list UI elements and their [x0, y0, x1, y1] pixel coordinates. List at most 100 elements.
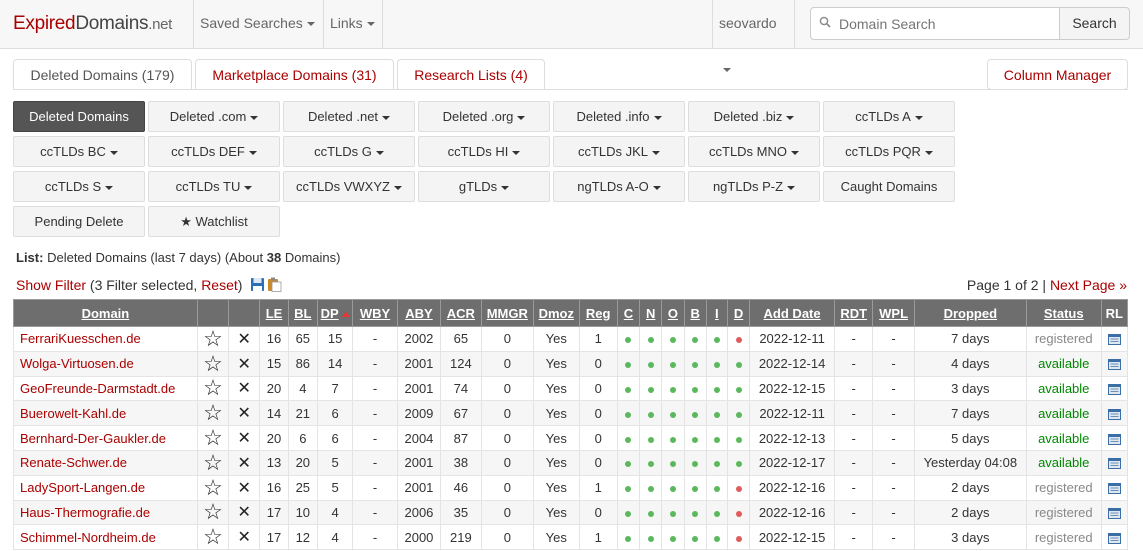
register-link-icon[interactable] — [1107, 358, 1121, 371]
star-icon[interactable]: ☆ — [203, 326, 223, 351]
column-header[interactable]: ACR — [440, 299, 482, 327]
reset-filter-link[interactable]: Reset — [201, 277, 238, 293]
site-logo[interactable]: ExpiredDomains.net — [13, 13, 172, 35]
filter-button[interactable]: ccTLDs PQR — [823, 136, 955, 167]
domain-link[interactable]: GeoFreunde-Darmstadt.de — [20, 381, 175, 396]
next-page-link[interactable]: Next Page » — [1050, 277, 1127, 293]
filter-button[interactable]: ngTLDs P-Z — [688, 171, 820, 202]
clipboard-icon[interactable] — [267, 277, 282, 292]
column-header[interactable]: Add Date — [749, 299, 835, 327]
domain-link[interactable]: Wolga-Virtuosen.de — [20, 356, 134, 371]
star-icon[interactable]: ☆ — [203, 375, 223, 400]
filter-button[interactable]: Deleted .biz — [688, 101, 820, 132]
column-header[interactable]: ABY — [396, 299, 442, 327]
register-link-icon[interactable] — [1107, 333, 1121, 346]
filter-button-label: Deleted .com — [169, 109, 247, 124]
column-header[interactable]: Domain — [13, 299, 198, 327]
column-header[interactable]: D — [726, 299, 751, 327]
table-row: FerrariKuesschen.de ☆ ✕ 16 65 15 - 2002 65 0 Yes 1 2… — [13, 326, 1129, 352]
filter-button[interactable]: Deleted Domains — [13, 101, 145, 132]
register-link-icon[interactable] — [1107, 457, 1121, 470]
filter-button[interactable]: Deleted .com — [148, 101, 280, 132]
column-header[interactable]: LE — [259, 299, 289, 327]
star-icon[interactable]: ☆ — [203, 450, 223, 475]
tab-research-lists[interactable]: Research Lists (4) — [397, 59, 545, 90]
filter-button[interactable]: Caught Domains — [823, 171, 955, 202]
close-icon[interactable]: ✕ — [238, 356, 251, 373]
domain-link[interactable]: Renate-Schwer.de — [20, 455, 127, 470]
list-suffix: Domains) — [284, 250, 341, 265]
column-header[interactable]: I — [705, 299, 728, 327]
close-icon[interactable]: ✕ — [238, 331, 251, 348]
filter-button[interactable]: Pending Delete — [13, 206, 145, 237]
domain-link[interactable]: Bernhard-Der-Gaukler.de — [20, 431, 166, 446]
close-icon[interactable]: ✕ — [238, 480, 251, 497]
domain-link[interactable]: Haus-Thermografie.de — [20, 505, 150, 520]
filter-button[interactable]: ccTLDs TU — [148, 171, 280, 202]
close-icon[interactable]: ✕ — [238, 430, 251, 447]
domain-link[interactable]: LadySport-Langen.de — [20, 480, 145, 495]
search-button[interactable]: Search — [1059, 7, 1130, 40]
star-icon[interactable]: ☆ — [203, 524, 223, 549]
register-link-icon[interactable] — [1107, 482, 1121, 495]
filter-button[interactable]: ccTLDs BC — [13, 136, 145, 167]
column-header[interactable]: BL — [287, 299, 318, 327]
filter-button[interactable]: ccTLDs DEF — [148, 136, 280, 167]
star-icon[interactable]: ☆ — [203, 425, 223, 450]
domain-link[interactable]: FerrariKuesschen.de — [20, 331, 141, 346]
column-header[interactable]: Dropped — [913, 299, 1027, 327]
star-icon[interactable]: ☆ — [203, 475, 223, 500]
column-header[interactable]: O — [661, 299, 685, 327]
star-icon[interactable]: ☆ — [203, 499, 223, 524]
column-header[interactable]: DP — [316, 299, 354, 327]
column-header[interactable]: RDT — [833, 299, 874, 327]
filter-button[interactable]: Deleted .net — [283, 101, 415, 132]
column-header[interactable]: Dmoz — [533, 299, 580, 327]
user-menu[interactable]: seovardo — [712, 0, 795, 73]
filter-button[interactable]: gTLDs — [418, 171, 550, 202]
close-icon[interactable]: ✕ — [238, 504, 251, 521]
column-header[interactable]: N — [639, 299, 663, 327]
close-icon[interactable]: ✕ — [238, 455, 251, 472]
links-menu[interactable]: Links — [323, 0, 383, 48]
filter-button[interactable]: ccTLDs MNO — [688, 136, 820, 167]
column-manager-button[interactable]: Column Manager — [987, 59, 1128, 90]
filter-button[interactable]: ccTLDs HI — [418, 136, 550, 167]
register-link-icon[interactable] — [1107, 383, 1121, 396]
register-link-icon[interactable] — [1107, 532, 1121, 545]
tab-deleted-domains[interactable]: Deleted Domains (179) — [13, 59, 192, 90]
close-icon[interactable]: ✕ — [238, 529, 251, 546]
save-icon[interactable] — [250, 277, 265, 292]
column-header[interactable]: Reg — [578, 299, 618, 327]
close-icon[interactable]: ✕ — [238, 405, 251, 422]
rdt-value: - — [851, 331, 856, 347]
filter-button[interactable]: ccTLDs A — [823, 101, 955, 132]
star-icon[interactable]: ☆ — [203, 351, 223, 376]
filter-button[interactable]: ccTLDs VWXYZ — [283, 171, 415, 202]
column-header[interactable]: Status — [1025, 299, 1102, 327]
domain-link[interactable]: Schimmel-Nordheim.de — [20, 530, 156, 545]
filter-button[interactable]: ngTLDs A-O — [553, 171, 685, 202]
domain-link[interactable]: Buerowelt-Kahl.de — [20, 406, 126, 421]
filter-button[interactable]: ★ Watchlist — [148, 206, 280, 237]
filter-button[interactable]: ccTLDs G — [283, 136, 415, 167]
register-link-icon[interactable] — [1107, 507, 1121, 520]
column-header[interactable]: C — [616, 299, 641, 327]
filter-button[interactable]: Deleted .info — [553, 101, 685, 132]
star-icon[interactable]: ☆ — [203, 400, 223, 425]
filter-button[interactable]: ccTLDs S — [13, 171, 145, 202]
filter-button[interactable]: Deleted .org — [418, 101, 550, 132]
tab-marketplace-domains[interactable]: Marketplace Domains (31) — [195, 59, 394, 90]
column-header[interactable]: WPL — [872, 299, 915, 327]
show-filter-link[interactable]: Show Filter — [16, 277, 86, 293]
register-link-icon[interactable] — [1107, 408, 1121, 421]
close-icon[interactable]: ✕ — [238, 380, 251, 397]
column-header[interactable]: B — [683, 299, 707, 327]
aby-value: 2002 — [404, 331, 434, 347]
domain-search-input[interactable] — [839, 8, 1054, 39]
register-link-icon[interactable] — [1107, 433, 1121, 446]
filter-button[interactable]: ccTLDs JKL — [553, 136, 685, 167]
column-header[interactable]: MMGR — [480, 299, 535, 327]
saved-searches-menu[interactable]: Saved Searches — [193, 0, 323, 48]
column-header[interactable]: WBY — [352, 299, 398, 327]
